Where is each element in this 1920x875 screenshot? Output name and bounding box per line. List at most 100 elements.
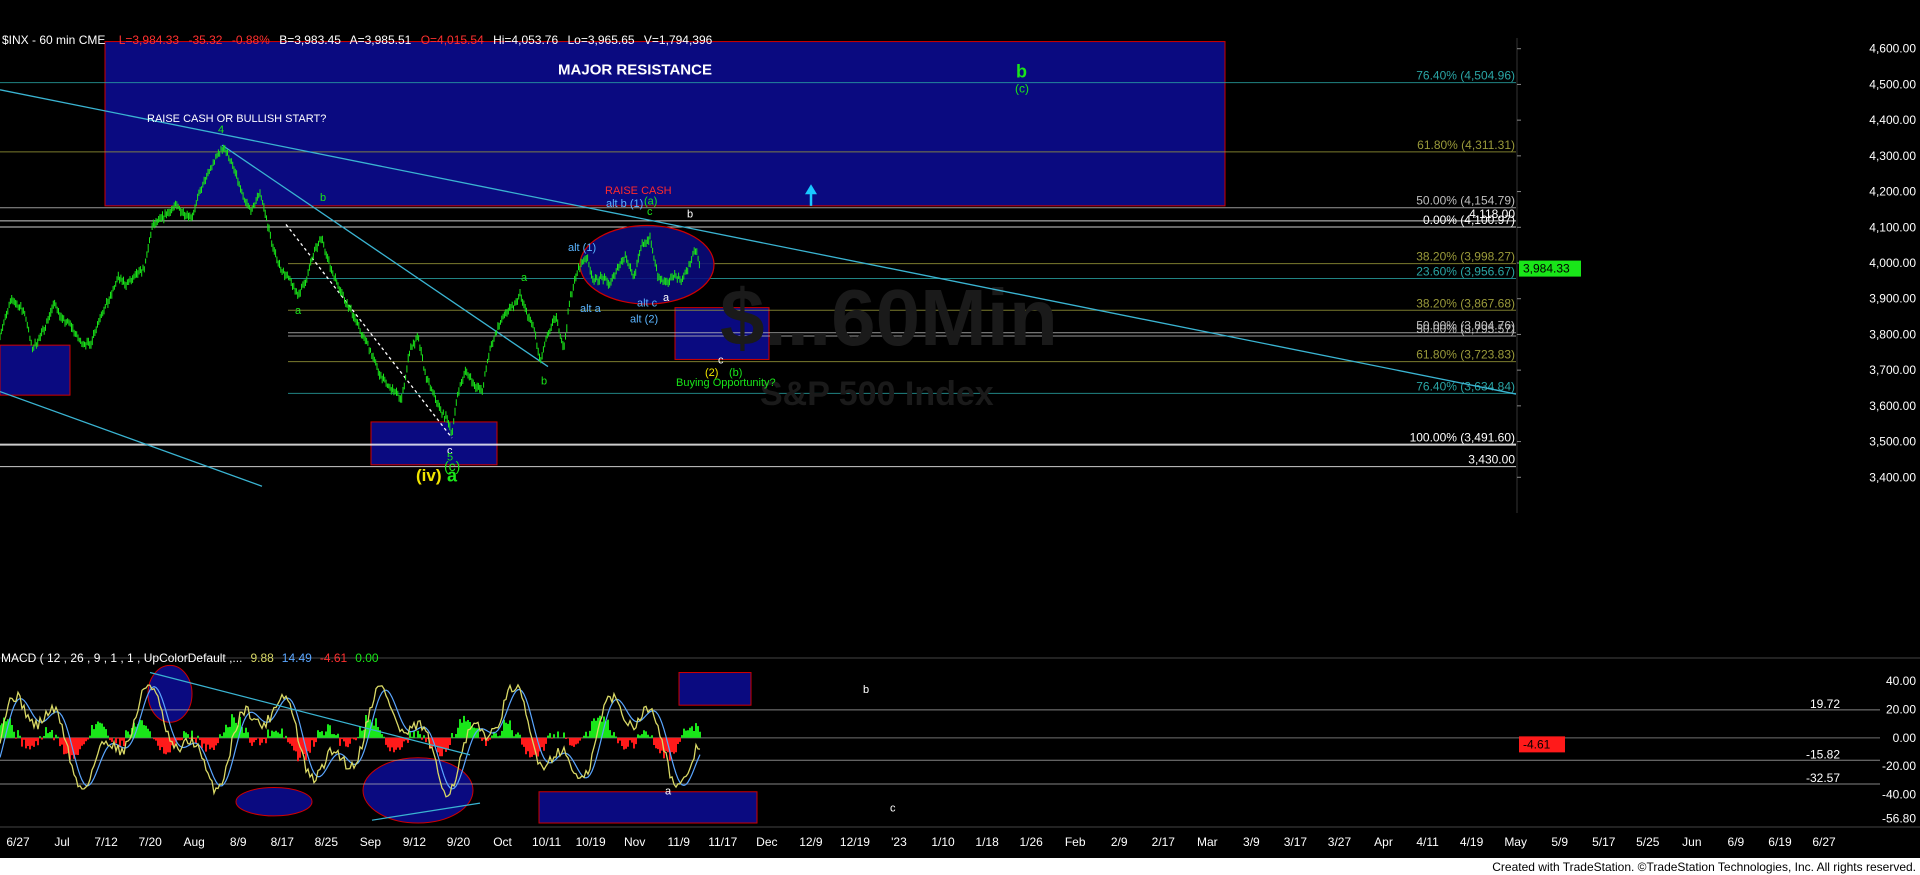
wave-label-20: alt (2)	[630, 314, 658, 326]
ask-label: A=3,985.51	[350, 33, 412, 47]
time-tick-label-41: 6/27	[1812, 835, 1836, 849]
time-tick-label-4: Aug	[184, 835, 205, 849]
price-tick-label-10: 3,600.00	[1869, 399, 1916, 413]
time-tick-label-20: '23	[891, 835, 907, 849]
time-tick-label-23: 1/26	[1019, 835, 1043, 849]
major-resistance-box-label: MAJOR RESISTANCE	[558, 62, 712, 79]
tradestation-chart: MAJOR RESISTANCE 76.40% (4,504.96) 61.80%…	[0, 0, 1920, 875]
macd-header: MACD ( 12 , 26 , 9 , 1 , 1 , UpColorDefa…	[1, 651, 379, 665]
symbol-label: $INX - 60 min CME	[2, 33, 105, 47]
fib-label-4: 0.00% (4,100.97)	[1423, 213, 1515, 227]
fib-label-6: 23.60% (3,956.67)	[1416, 264, 1515, 278]
macd-tick-label-3: -20.00	[1882, 759, 1916, 773]
watermark-line-2: S&P 500 Index	[760, 375, 994, 413]
time-tick-label-26: 2/17	[1152, 835, 1176, 849]
time-tick-label-10: 9/20	[447, 835, 471, 849]
time-tick-label-34: May	[1504, 835, 1527, 849]
wave-label-16: alt (1)	[568, 242, 596, 254]
time-tick-label-8: Sep	[360, 835, 382, 849]
wave-label-10: a	[447, 466, 458, 486]
footer-credit: Created with TradeStation. ©TradeStation…	[1492, 860, 1916, 874]
high-label: Hi=4,053.76	[493, 33, 558, 47]
time-tick-label-16: 11/17	[708, 835, 737, 849]
volume-label: V=1,794,396	[644, 33, 713, 47]
svg-text:$INX - 60 min CME L=3,9: $INX - 60 min CME L=3,984.33 -35.32 -0.8…	[2, 33, 713, 47]
time-tick-label-19: 12/19	[840, 835, 870, 849]
time-tick-label-33: 4/19	[1460, 835, 1484, 849]
time-tick-label-18: 12/9	[799, 835, 823, 849]
change-label: -35.32	[188, 33, 222, 47]
wave-label-11: RAISE CASH	[605, 185, 672, 197]
price-tick-label-6: 4,000.00	[1869, 256, 1916, 270]
macd-value-3: -4.61	[320, 651, 348, 665]
time-tick-label-28: 3/9	[1243, 835, 1260, 849]
wave-label-17: alt a	[580, 303, 602, 315]
macd-annotation-0: a	[665, 786, 672, 798]
left-support-box	[0, 344, 71, 396]
wave-label-0: RAISE CASH OR BULLISH START?	[147, 113, 326, 125]
macd-value-4: 0.00	[355, 651, 379, 665]
macd-value-1: 9.88	[250, 651, 274, 665]
price-tick-label-9: 3,700.00	[1869, 363, 1916, 377]
time-tick-label-14: Nov	[624, 835, 645, 849]
price-tick-label-8: 3,800.00	[1869, 327, 1916, 341]
time-tick-label-27: Mar	[1197, 835, 1218, 849]
price-tick-label-1: 4,500.00	[1869, 77, 1916, 91]
wave-label-15: b	[687, 208, 693, 220]
time-tick-label-12: 10/11	[532, 835, 561, 849]
time-tick-label-30: 3/27	[1328, 835, 1352, 849]
fib-label-10: 61.80% (3,723.83)	[1416, 348, 1515, 362]
time-tick-label-40: 6/19	[1768, 835, 1792, 849]
time-tick-label-3: 7/20	[138, 835, 162, 849]
october-low-box	[370, 421, 498, 466]
macd-last-label: -4.61	[1523, 737, 1551, 751]
last-price-label: 3,984.33	[1523, 262, 1570, 276]
change-pct-label: -0.88%	[232, 33, 270, 47]
time-tick-label-32: 4/11	[1416, 835, 1439, 849]
time-tick-label-7: 8/25	[315, 835, 339, 849]
macd-level-label-2: -32.57	[1806, 771, 1840, 785]
fib-label-13: 3,430.00	[1468, 453, 1515, 467]
macd-tick-label-0: 40.00	[1886, 674, 1916, 688]
watermark-line-1: $...60Min	[720, 273, 1058, 362]
fib-label-12: 100.00% (3,491.60)	[1410, 431, 1515, 445]
fib-label-1: 61.80% (4,311.31)	[1417, 138, 1515, 152]
time-tick-label-25: 2/9	[1111, 835, 1128, 849]
time-tick-label-15: 11/9	[667, 835, 690, 849]
time-tick-label-38: Jun	[1682, 835, 1701, 849]
fib-label-9: 50.00% (3,795.57)	[1416, 322, 1515, 336]
wave-label-26: (c)	[1015, 81, 1029, 95]
macd-b-box	[678, 672, 752, 706]
price-tick-label-12: 3,400.00	[1869, 470, 1916, 484]
time-tick-label-37: 5/25	[1636, 835, 1660, 849]
time-tick-label-22: 1/18	[975, 835, 999, 849]
time-tick-label-11: Oct	[493, 835, 512, 849]
time-tick-label-21: 1/10	[931, 835, 955, 849]
price-tick-label-11: 3,500.00	[1869, 435, 1916, 449]
price-tick-label-0: 4,600.00	[1869, 42, 1916, 56]
fib-label-7: 38.20% (3,867.68)	[1416, 296, 1515, 310]
time-tick-label-0: 6/27	[6, 835, 30, 849]
time-tick-label-5: 8/9	[230, 835, 247, 849]
fib-label-0: 76.40% (4,504.96)	[1416, 69, 1515, 83]
wave-label-24: Buying Opportunity?	[676, 377, 776, 389]
wave-label-1: 4	[218, 124, 224, 136]
time-tick-label-35: 5/9	[1551, 835, 1568, 849]
wave-label-18: alt c	[637, 298, 658, 310]
price-tick-label-5: 4,100.00	[1869, 220, 1916, 234]
price-tick-label-4: 4,200.00	[1869, 185, 1916, 199]
wave-label-2: b	[320, 192, 326, 204]
macd-tick-label-5: -56.80	[1882, 811, 1916, 825]
macd-level-label-1: -15.82	[1806, 747, 1840, 761]
wave-label-14: c	[647, 206, 653, 218]
wave-label-3: a	[295, 305, 302, 317]
time-tick-label-6: 8/17	[271, 835, 295, 849]
time-tick-label-13: 10/19	[576, 835, 606, 849]
price-tick-label-2: 4,400.00	[1869, 113, 1916, 127]
macd-sep-ellipse	[235, 787, 313, 817]
time-tick-label-9: 9/12	[403, 835, 427, 849]
price-tick-label-3: 4,300.00	[1869, 149, 1916, 163]
macd-tick-label-1: 20.00	[1886, 702, 1916, 716]
macd-value-2: 14.49	[282, 651, 312, 665]
macd-b-box-label: b	[863, 684, 869, 696]
